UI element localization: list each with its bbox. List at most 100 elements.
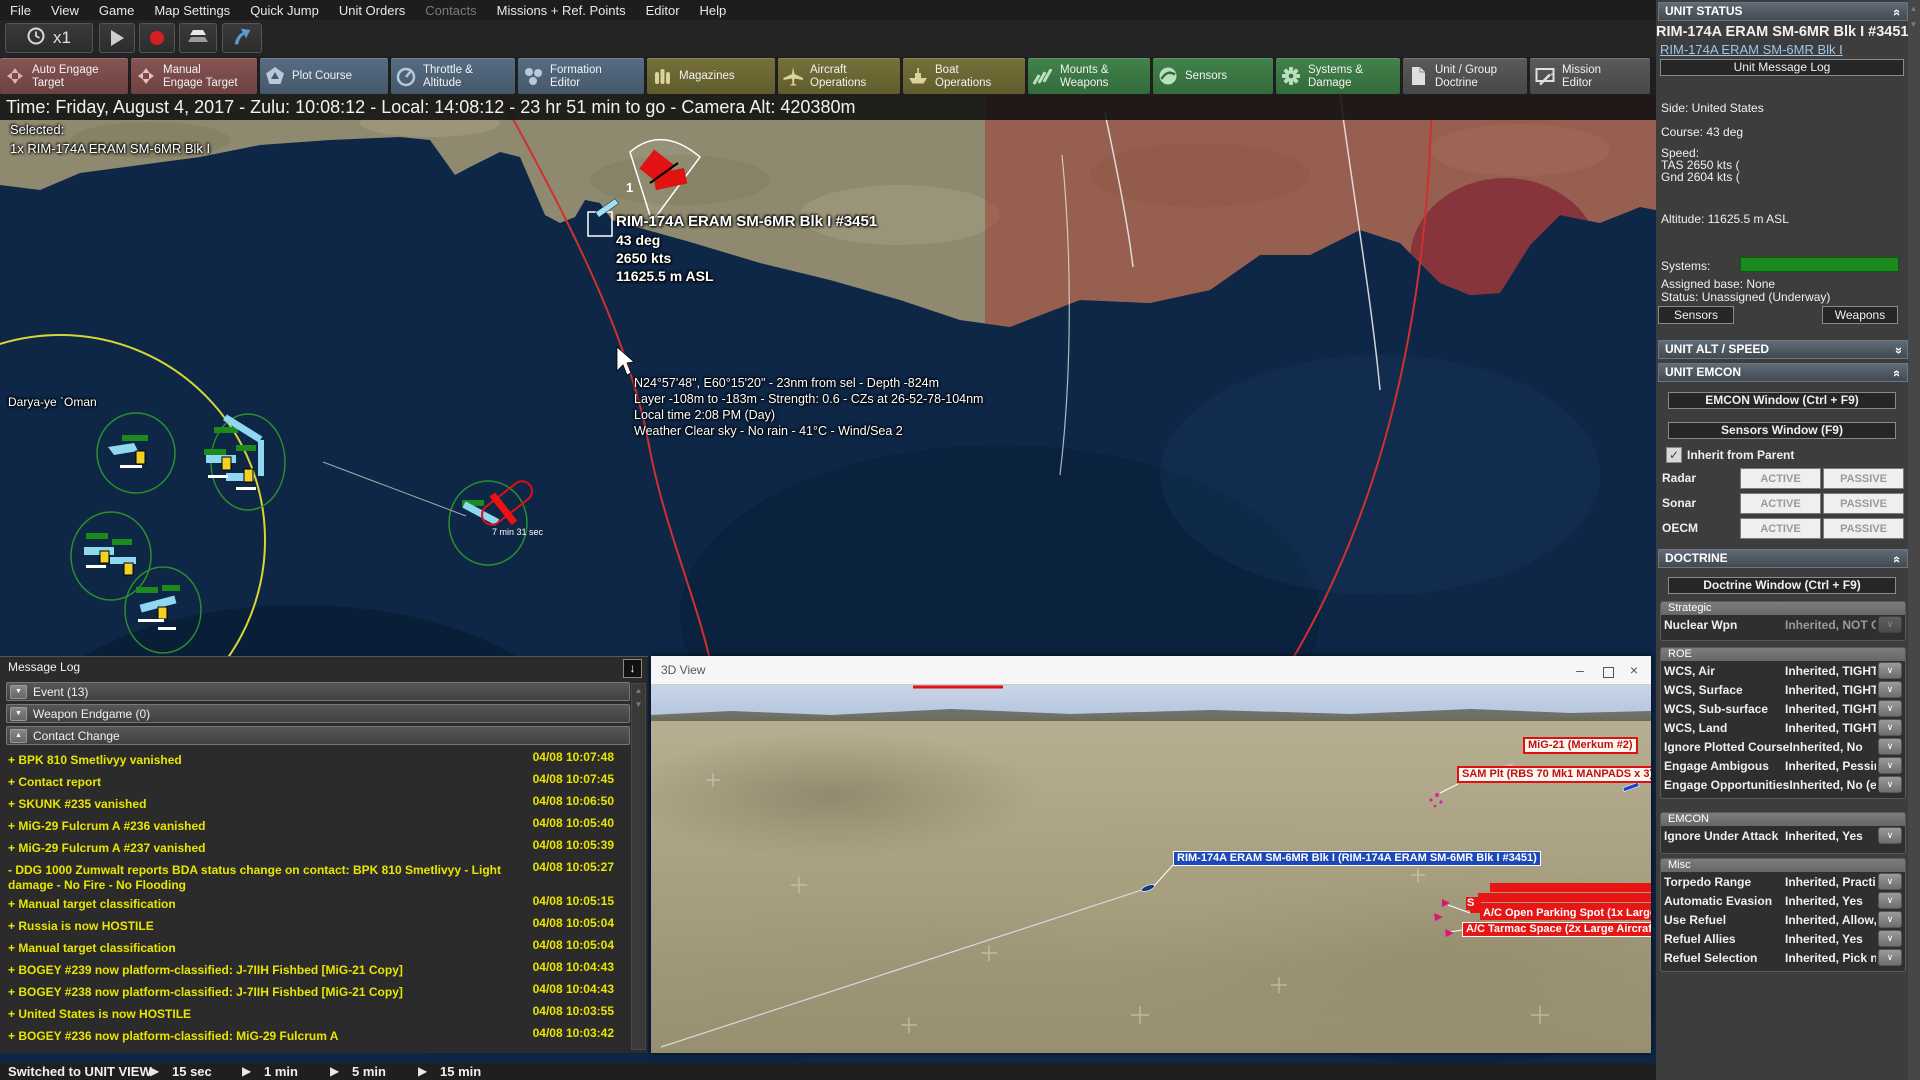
log-entry[interactable]: - DDG 1000 Zumwalt reports BDA status ch… [6, 859, 630, 893]
menu-quick-jump[interactable]: Quick Jump [240, 3, 329, 18]
ribbon-mission-editor[interactable]: Mission Editor [1530, 58, 1650, 94]
time-step-15sec[interactable]: 15 sec [172, 1063, 212, 1080]
log-entry[interactable]: + MiG-29 Fulcrum A #236 vanished 04/08 10… [6, 815, 630, 837]
message-log-scrollbar[interactable]: ▲ ▼ [631, 683, 646, 1050]
scroll-up-icon[interactable]: ▲ [1907, 2, 1920, 15]
chevron-down-icon[interactable]: ∨ [1878, 827, 1902, 844]
chevron-down-icon[interactable]: ∨ [1878, 873, 1902, 890]
friendly-unit-group[interactable] [108, 435, 148, 468]
chevron-down-icon[interactable]: ∨ [1878, 892, 1902, 909]
menu-editor[interactable]: Editor [636, 3, 690, 18]
ribbon-auto-engage-target[interactable]: Auto Engage Target [0, 58, 128, 94]
sonar-active-button[interactable]: ACTIVE [1740, 493, 1821, 514]
chevron-down-icon[interactable]: ▼ [10, 684, 27, 699]
sidebar-scrollbar[interactable]: ▲ ▼ [1908, 0, 1920, 1080]
friendly-unit-eta[interactable]: 7 min 31 sec [462, 477, 544, 537]
log-entry[interactable]: + United States is now HOSTILE 04/08 10:0… [6, 1003, 630, 1025]
chevron-down-icon[interactable]: ∨ [1878, 757, 1902, 774]
ribbon-throttle-altitude[interactable]: Throttle & Altitude [391, 58, 515, 94]
chevron-down-icon[interactable]: ∨ [1878, 616, 1902, 633]
record-button[interactable] [139, 23, 175, 53]
log-entry[interactable]: + Russia is now HOSTILE 04/08 10:05:04 [6, 915, 630, 937]
chevron-down-icon[interactable]: ∨ [1878, 700, 1902, 717]
time-step-icon[interactable]: ▶ [150, 1063, 159, 1080]
chevron-down-icon[interactable]: ∨ [1878, 776, 1902, 793]
oecm-passive-button[interactable]: PASSIVE [1823, 518, 1904, 539]
radar-passive-button[interactable]: PASSIVE [1823, 468, 1904, 489]
time-compression-button[interactable]: x1 [5, 23, 93, 53]
chevron-down-icon[interactable]: ∨ [1878, 930, 1902, 947]
scroll-down-icon[interactable]: ▼ [632, 698, 645, 711]
chevron-down-icon[interactable]: ∨ [1878, 738, 1902, 755]
time-step-icon[interactable]: ▶ [330, 1063, 339, 1080]
log-entry[interactable]: + Contact report 04/08 10:07:45 [6, 771, 630, 793]
ribbon-plot-course[interactable]: Plot Course [260, 58, 388, 94]
menu-view[interactable]: View [41, 3, 89, 18]
chevron-down-icon[interactable]: ∨ [1878, 662, 1902, 679]
log-entry[interactable]: + Manual target classification 04/08 10:0… [6, 893, 630, 915]
ribbon-formation-editor[interactable]: Formation Editor [518, 58, 644, 94]
map-layers-button[interactable] [179, 23, 217, 53]
chevron-down-icon[interactable]: ∨ [1878, 681, 1902, 698]
ribbon-magazines[interactable]: Magazines [647, 58, 775, 94]
time-step-1min[interactable]: 1 min [264, 1063, 298, 1080]
friendly-unit-group[interactable] [84, 533, 136, 576]
3d-view-window[interactable]: 3D View – × MiG-21 (Merkum #2) SAM Plt (… [651, 656, 1651, 1053]
unit-class-link[interactable]: RIM-174A ERAM SM-6MR Blk I [1660, 42, 1843, 57]
3d-view-content[interactable]: MiG-21 (Merkum #2) SAM Plt (RBS 70 Mk1 M… [651, 685, 1651, 1053]
collapse-icon[interactable]: « [1889, 9, 1906, 16]
maximize-icon[interactable] [1599, 665, 1617, 681]
unit-message-log-button[interactable]: Unit Message Log [1660, 59, 1904, 76]
log-group-event[interactable]: ▼ Event (13) [6, 682, 630, 701]
minimize-icon[interactable]: – [1571, 662, 1589, 678]
chevron-up-icon[interactable]: ▲ [10, 728, 27, 743]
scroll-down-icon[interactable]: ▼ [1907, 18, 1920, 31]
log-entry[interactable]: + BOGEY #238 now platform-classified: J-… [6, 981, 630, 1003]
expand-icon[interactable]: « [1889, 347, 1906, 354]
collapse-icon[interactable]: « [1889, 556, 1906, 563]
emcon-window-button[interactable]: EMCON Window (Ctrl + F9) [1668, 392, 1896, 409]
dock-panel-button[interactable]: ↓ [623, 659, 642, 678]
chevron-down-icon[interactable]: ∨ [1878, 719, 1902, 736]
ribbon-aircraft-operations[interactable]: Aircraft Operations [778, 58, 900, 94]
section-unit-alt-speed[interactable]: UNIT ALT / SPEED « [1658, 340, 1908, 359]
menu-map-settings[interactable]: Map Settings [144, 3, 240, 18]
ribbon-boat-operations[interactable]: Boat Operations [903, 58, 1025, 94]
ribbon-unit-group-doctrine[interactable]: Unit / Group Doctrine [1403, 58, 1527, 94]
section-unit-emcon[interactable]: UNIT EMCON « [1658, 363, 1908, 382]
ribbon-mounts-weapons[interactable]: Mounts & Weapons [1028, 58, 1150, 94]
play-button[interactable] [99, 23, 135, 53]
scroll-up-icon[interactable]: ▲ [632, 684, 645, 697]
radar-active-button[interactable]: ACTIVE [1740, 468, 1821, 489]
time-step-5min[interactable]: 5 min [352, 1063, 386, 1080]
menu-file[interactable]: File [0, 3, 41, 18]
log-entry[interactable]: + BPK 810 Smetlivyy vanished 04/08 10:07:… [6, 749, 630, 771]
time-step-15min[interactable]: 15 min [440, 1063, 481, 1080]
log-group-weapon-endgame[interactable]: ▼ Weapon Endgame (0) [6, 704, 630, 723]
ribbon-manual-engage-target[interactable]: Manual Engage Target [131, 58, 257, 94]
log-entry[interactable]: + SKUNK #235 vanished 04/08 10:06:50 [6, 793, 630, 815]
chevron-down-icon[interactable]: ∨ [1878, 911, 1902, 928]
menu-missions-ref-points[interactable]: Missions + Ref. Points [487, 3, 636, 18]
jump-to-unit-button[interactable] [222, 23, 262, 53]
log-entry[interactable]: + BOGEY #239 now platform-classified: J-… [6, 959, 630, 981]
chevron-down-icon[interactable]: ▼ [10, 706, 27, 721]
collapse-icon[interactable]: « [1889, 370, 1906, 377]
close-icon[interactable]: × [1625, 662, 1643, 678]
menu-game[interactable]: Game [89, 3, 144, 18]
log-group-contact-change[interactable]: ▲ Contact Change [6, 726, 630, 745]
time-step-icon[interactable]: ▶ [242, 1063, 251, 1080]
chevron-down-icon[interactable]: ∨ [1878, 949, 1902, 966]
doctrine-window-button[interactable]: Doctrine Window (Ctrl + F9) [1668, 577, 1896, 594]
weapons-button[interactable]: Weapons [1822, 306, 1898, 324]
log-entry[interactable]: + BOGEY #236 now platform-classified: Mi… [6, 1025, 630, 1047]
section-unit-status[interactable]: UNIT STATUS « [1658, 2, 1908, 21]
sensors-button[interactable]: Sensors [1658, 306, 1734, 324]
oecm-active-button[interactable]: ACTIVE [1740, 518, 1821, 539]
log-entry[interactable]: + Manual target classification 04/08 10:0… [6, 937, 630, 959]
menu-unit-orders[interactable]: Unit Orders [329, 3, 415, 18]
section-doctrine[interactable]: DOCTRINE « [1658, 549, 1908, 568]
sensors-window-button[interactable]: Sensors Window (F9) [1668, 422, 1896, 439]
3d-view-titlebar[interactable]: 3D View – × [651, 656, 1651, 685]
inherit-checkbox[interactable]: ✓ [1666, 447, 1682, 463]
